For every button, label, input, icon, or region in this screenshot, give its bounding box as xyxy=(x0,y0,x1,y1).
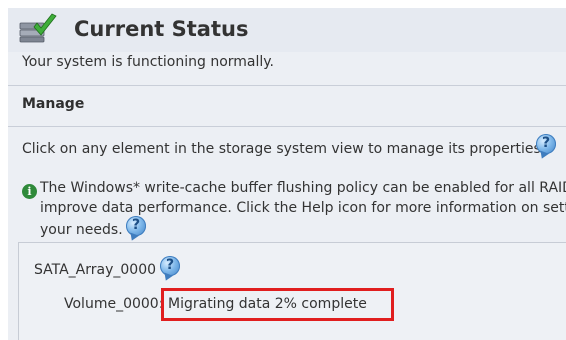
page-title: Current Status xyxy=(74,17,249,41)
highlight-box xyxy=(161,288,394,321)
storage-check-icon xyxy=(19,13,57,43)
info-text-line: improve data performance. Click the Help… xyxy=(40,200,566,216)
info-text-line: your needs. xyxy=(40,222,123,238)
divider xyxy=(8,85,566,86)
array-name[interactable]: SATA_Array_0000 xyxy=(34,262,156,278)
divider xyxy=(8,126,566,127)
manage-instruction: Click on any element in the storage syst… xyxy=(22,141,546,157)
help-icon[interactable]: ? xyxy=(536,134,556,154)
help-icon[interactable]: ? xyxy=(126,216,146,236)
status-message: Your system is functioning normally. xyxy=(22,54,275,70)
info-icon: i xyxy=(22,184,37,199)
volume-label[interactable]: Volume_0000: xyxy=(64,296,163,312)
current-status-header: Current Status xyxy=(8,8,566,52)
manage-heading: Manage xyxy=(22,96,85,112)
help-icon[interactable]: ? xyxy=(160,256,180,276)
intel-rst-window: Current Status Your system is functionin… xyxy=(8,8,566,340)
info-text-line: The Windows* write-cache buffer flushing… xyxy=(40,180,566,196)
